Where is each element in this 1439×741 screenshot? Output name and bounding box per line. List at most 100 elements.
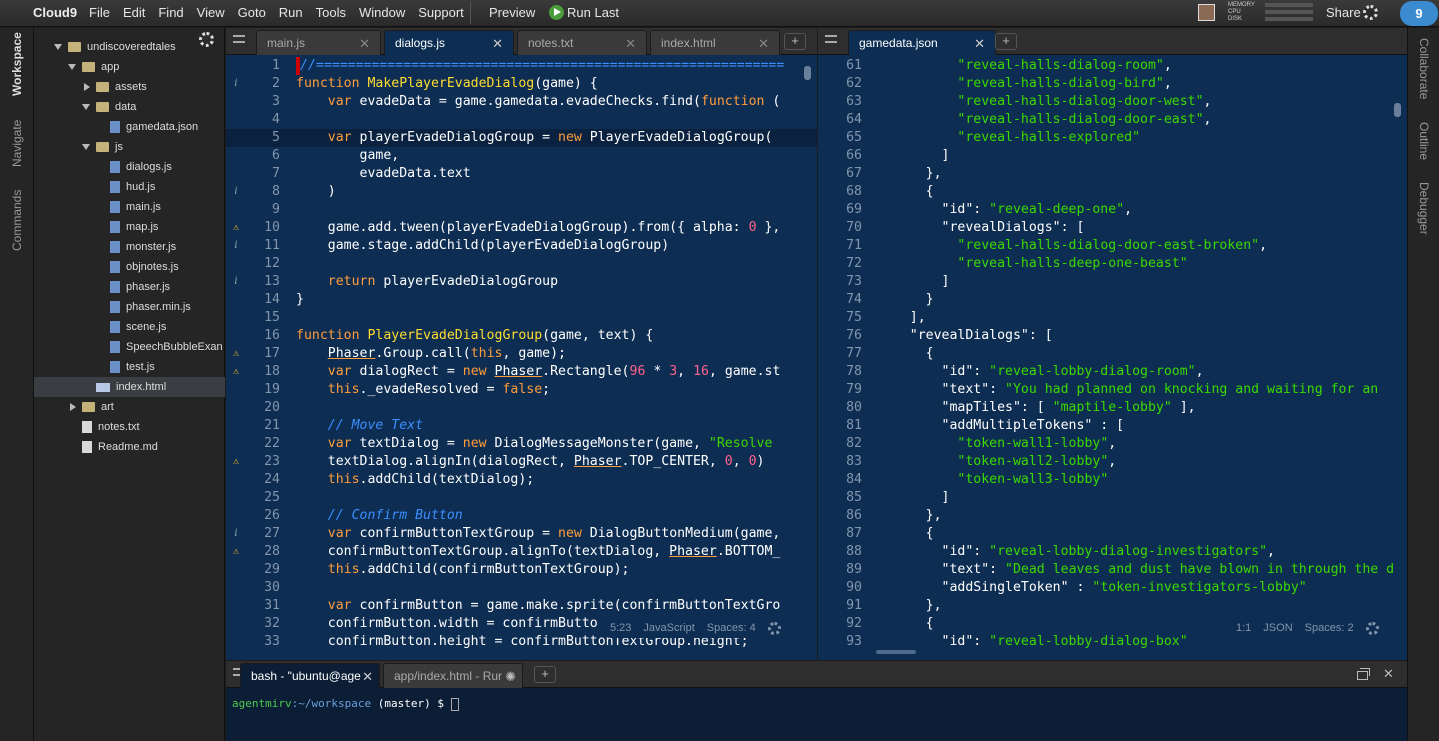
- code-line[interactable]: 80 "mapTiles": [ "maptile-lobby" ],: [818, 399, 1407, 417]
- vertical-scrollbar[interactable]: [1394, 103, 1401, 117]
- code-line[interactable]: 19 this._evadeResolved = false;: [226, 381, 817, 399]
- resource-meters[interactable]: MEMORY CPU DISK: [1228, 2, 1316, 24]
- code-line[interactable]: 85 ]: [818, 489, 1407, 507]
- vertical-scrollbar[interactable]: [804, 66, 811, 80]
- preview-button[interactable]: Preview: [489, 5, 535, 20]
- tree-folder[interactable]: art: [34, 397, 225, 417]
- menu-file[interactable]: File: [89, 5, 110, 20]
- code-line[interactable]: 6 game,: [226, 147, 817, 165]
- tab-outline[interactable]: Outline: [1417, 122, 1431, 160]
- tab-index-html[interactable]: index.html ✕: [650, 30, 780, 55]
- tree-file[interactable]: Readme.md: [34, 437, 225, 457]
- terminal-prompt[interactable]: agentmirv:~/workspace (master) $: [232, 697, 459, 711]
- code-line[interactable]: 90 "addSingleToken" : "token-investigato…: [818, 579, 1407, 597]
- warning-icon[interactable]: ⚠: [231, 363, 241, 381]
- close-icon[interactable]: ✕: [625, 31, 636, 56]
- add-terminal-button[interactable]: +: [534, 666, 556, 683]
- code-line[interactable]: 7 evadeData.text: [226, 165, 817, 183]
- code-line[interactable]: ⚠ 23 textDialog.alignIn(dialogRect, Phase…: [226, 453, 817, 471]
- code-line[interactable]: i 11 game.stage.addChild(playerEvadeDialo…: [226, 237, 817, 255]
- menu-window[interactable]: Window: [359, 5, 405, 20]
- tab-commands[interactable]: Commands: [10, 190, 24, 251]
- tab-dialogs-js[interactable]: dialogs.js ✕: [384, 30, 514, 55]
- code-line[interactable]: 82 "token-wall1-lobby",: [818, 435, 1407, 453]
- code-line[interactable]: i 13 return playerEvadeDialogGroup: [226, 273, 817, 291]
- warning-icon[interactable]: ⚠: [231, 543, 241, 561]
- code-line[interactable]: 83 "token-wall2-lobby",: [818, 453, 1407, 471]
- code-line[interactable]: 84 "token-wall3-lobby": [818, 471, 1407, 489]
- tab-notes-txt[interactable]: notes.txt ✕: [517, 30, 647, 55]
- code-line[interactable]: 24 this.addChild(textDialog);: [226, 471, 817, 489]
- tree-file[interactable]: dialogs.js: [34, 157, 225, 177]
- code-line[interactable]: 20: [226, 399, 817, 417]
- code-line[interactable]: 87 {: [818, 525, 1407, 543]
- tab-debugger[interactable]: Debugger: [1417, 182, 1431, 235]
- tab-collaborate[interactable]: Collaborate: [1417, 38, 1431, 99]
- restore-window-icon[interactable]: [1357, 668, 1370, 680]
- cursor-position[interactable]: 1:1: [1236, 622, 1251, 634]
- tree-file[interactable]: map.js: [34, 217, 225, 237]
- code-line[interactable]: ⚠ 18 var dialogRect = new Phaser.Rectangl…: [226, 363, 817, 381]
- tab-navigate[interactable]: Navigate: [10, 120, 24, 167]
- code-line[interactable]: 12: [226, 255, 817, 273]
- menu-edit[interactable]: Edit: [123, 5, 145, 20]
- code-line[interactable]: 81 "addMultipleTokens" : [: [818, 417, 1407, 435]
- code-line[interactable]: 15: [226, 309, 817, 327]
- info-icon[interactable]: i: [231, 75, 241, 93]
- code-line[interactable]: 72 "reveal-halls-deep-one-beast": [818, 255, 1407, 273]
- code-line[interactable]: 22 var textDialog = new DialogMessageMon…: [226, 435, 817, 453]
- tree-file[interactable]: test.js: [34, 357, 225, 377]
- code-line[interactable]: 88 "id": "reveal-lobby-dialog-investigat…: [818, 543, 1407, 561]
- tree-file[interactable]: notes.txt: [34, 417, 225, 437]
- menu-view[interactable]: View: [197, 5, 225, 20]
- status-gear-icon[interactable]: [767, 621, 781, 635]
- settings-gear-icon[interactable]: [1363, 5, 1378, 20]
- add-tab-button[interactable]: +: [784, 33, 806, 50]
- indent-setting[interactable]: Spaces: 2: [1305, 622, 1354, 634]
- tab-run-index-html[interactable]: app/index.html - Rur ✺: [383, 663, 523, 688]
- code-line[interactable]: 78 "id": "reveal-lobby-dialog-room",: [818, 363, 1407, 381]
- tree-folder[interactable]: data: [34, 97, 225, 117]
- warning-icon[interactable]: ⚠: [231, 453, 241, 471]
- code-line[interactable]: 30: [226, 579, 817, 597]
- code-editor[interactable]: 61 "reveal-halls-dialog-room", 62 "reveal…: [818, 57, 1407, 660]
- collapsed-arrow-icon[interactable]: [84, 83, 90, 91]
- code-line[interactable]: 89 "text": "Dead leaves and dust have bl…: [818, 561, 1407, 579]
- pane-menu-icon[interactable]: [233, 34, 245, 46]
- code-line[interactable]: 31 var confirmButton = game.make.sprite(…: [226, 597, 817, 615]
- expanded-arrow-icon[interactable]: [82, 144, 90, 150]
- info-icon[interactable]: i: [231, 183, 241, 201]
- menu-support[interactable]: Support: [418, 5, 464, 20]
- code-line[interactable]: 16 function PlayerEvadeDialogGroup(game, …: [226, 327, 817, 345]
- share-button[interactable]: Share: [1326, 5, 1361, 20]
- code-line[interactable]: 29 this.addChild(confirmButtonTextGroup)…: [226, 561, 817, 579]
- tree-folder[interactable]: undiscoveredtales: [34, 37, 225, 57]
- tree-file[interactable]: monster.js: [34, 237, 225, 257]
- code-line[interactable]: i 27 var confirmButtonTextGroup = new Dia…: [226, 525, 817, 543]
- code-line[interactable]: 65 "reveal-halls-explored": [818, 129, 1407, 147]
- expanded-arrow-icon[interactable]: [82, 104, 90, 110]
- code-line[interactable]: 86 },: [818, 507, 1407, 525]
- cloud9-logo[interactable]: Cloud9: [33, 5, 77, 20]
- close-panel-icon[interactable]: ✕: [1383, 666, 1394, 682]
- tree-file[interactable]: hud.js: [34, 177, 225, 197]
- tree-folder[interactable]: assets: [34, 77, 225, 97]
- code-line[interactable]: ⚠ 10 game.add.tween(playerEvadeDialogGrou…: [226, 219, 817, 237]
- menu-run[interactable]: Run: [279, 5, 303, 20]
- tree-file[interactable]: index.html: [34, 377, 225, 397]
- close-icon[interactable]: ✕: [758, 31, 769, 56]
- code-line[interactable]: 91 },: [818, 597, 1407, 615]
- code-line[interactable]: 4: [226, 111, 817, 129]
- tree-file[interactable]: main.js: [34, 197, 225, 217]
- status-gear-icon[interactable]: [1365, 621, 1379, 635]
- tab-bash-terminal[interactable]: bash - "ubuntu@age ✕: [240, 663, 380, 688]
- add-tab-button[interactable]: +: [995, 33, 1017, 50]
- info-icon[interactable]: i: [231, 273, 241, 291]
- expanded-arrow-icon[interactable]: [68, 64, 76, 70]
- cursor-position[interactable]: 5:23: [610, 622, 631, 634]
- menu-goto[interactable]: Goto: [238, 5, 266, 20]
- code-line[interactable]: 26 // Confirm Button: [226, 507, 817, 525]
- cloud9-cloud-icon[interactable]: 9: [1400, 1, 1438, 26]
- horizontal-scrollbar[interactable]: [876, 650, 916, 654]
- code-line[interactable]: 14}: [226, 291, 817, 309]
